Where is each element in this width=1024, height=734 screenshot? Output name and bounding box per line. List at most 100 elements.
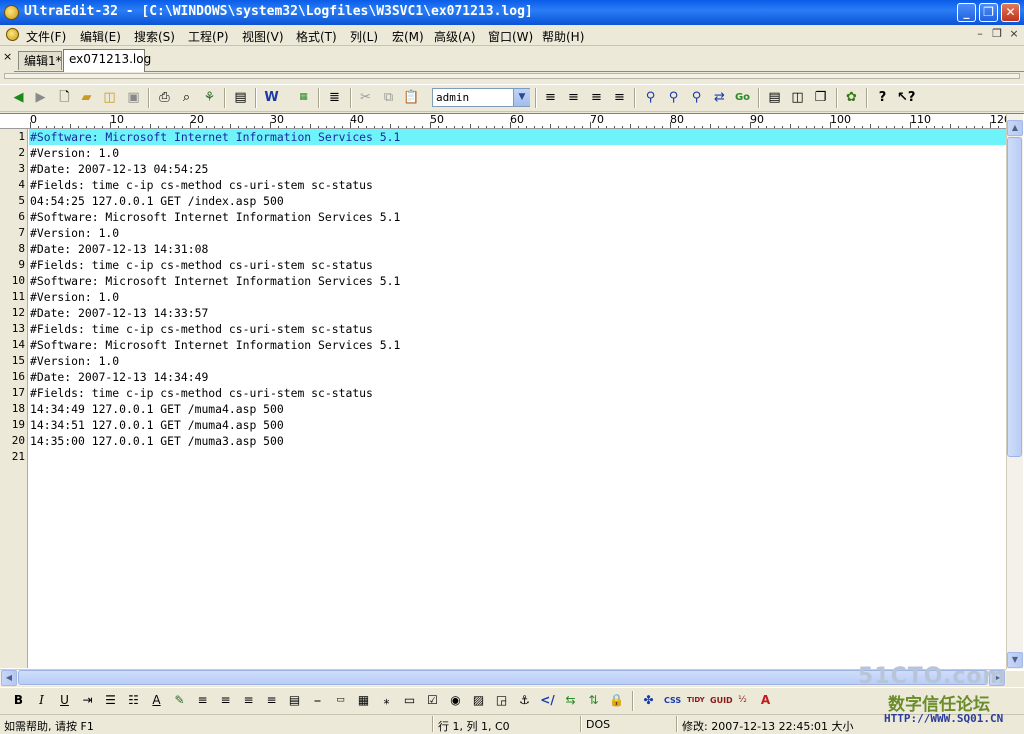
menu-column[interactable]: 列(L) bbox=[350, 28, 378, 45]
close-file-icon[interactable]: ◫ bbox=[101, 89, 118, 106]
menu-window[interactable]: 窗口(W) bbox=[488, 28, 533, 45]
print-icon[interactable]: ⎙ bbox=[156, 89, 173, 106]
menu-format[interactable]: 格式(T) bbox=[296, 28, 337, 45]
html-align-center-icon[interactable]: ≡ bbox=[217, 692, 234, 709]
code-line[interactable]: #Fields: time c-ip cs-method cs-uri-stem… bbox=[30, 177, 373, 193]
tab-close-icon[interactable]: × bbox=[3, 50, 12, 63]
align-center-icon[interactable]: ≡ bbox=[565, 89, 582, 106]
replace-icon[interactable]: ⇄ bbox=[711, 89, 728, 106]
html-justify-icon[interactable]: ≡ bbox=[263, 692, 280, 709]
indent-icon[interactable]: ⇥ bbox=[79, 692, 96, 709]
save-icon[interactable]: ▣ bbox=[125, 89, 142, 106]
code-line[interactable]: #Date: 2007-12-13 14:31:08 bbox=[30, 241, 208, 257]
html-align-right-icon[interactable]: ≡ bbox=[240, 692, 257, 709]
scroll-left-button[interactable]: ◀ bbox=[1, 670, 17, 686]
code-line[interactable]: #Date: 2007-12-13 04:54:25 bbox=[30, 161, 208, 177]
vertical-scroll-thumb[interactable] bbox=[1007, 137, 1022, 457]
menu-edit[interactable]: 编辑(E) bbox=[80, 28, 121, 45]
html-hr-icon[interactable]: ⎯ bbox=[309, 692, 326, 709]
mdi-close-button[interactable]: × bbox=[1007, 28, 1021, 41]
italic-icon[interactable]: I bbox=[33, 692, 50, 709]
html-label-icon[interactable]: ▭ bbox=[332, 692, 349, 709]
menu-advanced[interactable]: 高级(A) bbox=[434, 28, 476, 45]
html-table-icon[interactable]: ▦ bbox=[355, 692, 372, 709]
app-icon[interactable] bbox=[4, 5, 19, 20]
scroll-down-button[interactable]: ▼ bbox=[1007, 652, 1023, 668]
guid-icon[interactable]: GUID bbox=[710, 692, 733, 709]
menu-file[interactable]: 文件(F) bbox=[26, 28, 66, 45]
code-line[interactable]: 14:34:51 127.0.0.1 GET /muma4.asp 500 bbox=[30, 417, 284, 433]
align-right-icon[interactable]: ≡ bbox=[588, 89, 605, 106]
new-file-icon[interactable]: 🗋 bbox=[56, 89, 73, 106]
code-line[interactable]: #Fields: time c-ip cs-method cs-uri-stem… bbox=[30, 385, 373, 401]
justify-icon[interactable]: ≡ bbox=[611, 89, 628, 106]
html-radio-icon[interactable]: ◉ bbox=[447, 692, 464, 709]
html-tag-icon[interactable]: </ bbox=[539, 692, 556, 709]
code-line[interactable]: 14:35:00 127.0.0.1 GET /muma3.asp 500 bbox=[30, 433, 284, 449]
html-edit-icon[interactable]: ⇆ bbox=[562, 692, 579, 709]
line-numbers-icon[interactable]: ≣ bbox=[326, 89, 343, 106]
forward-arrow-icon[interactable]: ▶ bbox=[32, 89, 49, 106]
cut-icon[interactable]: ✂ bbox=[357, 89, 374, 106]
goto-icon[interactable]: Go bbox=[734, 89, 751, 106]
code-line[interactable]: #Date: 2007-12-13 14:34:49 bbox=[30, 369, 208, 385]
font-icon[interactable]: A bbox=[757, 692, 774, 709]
spell-check-icon[interactable]: ✿ bbox=[843, 89, 860, 106]
page-setup-icon[interactable]: ▤ bbox=[232, 89, 249, 106]
hex-mode-icon[interactable]: ▦ bbox=[295, 89, 312, 106]
html-checkbox-icon[interactable]: ☑ bbox=[424, 692, 441, 709]
copy-icon[interactable]: ⧉ bbox=[380, 89, 397, 106]
word-wrap-icon[interactable]: W bbox=[263, 89, 280, 106]
menu-view[interactable]: 视图(V) bbox=[242, 28, 284, 45]
css-icon[interactable]: CSS bbox=[664, 692, 681, 709]
code-line[interactable]: 14:34:49 127.0.0.1 GET /muma4.asp 500 bbox=[30, 401, 284, 417]
find-next-icon[interactable]: ⚲ bbox=[665, 89, 682, 106]
mdi-minimize-button[interactable]: – bbox=[973, 28, 987, 41]
highlight-icon[interactable]: ✎ bbox=[171, 692, 188, 709]
code-line[interactable]: #Date: 2007-12-13 14:33:57 bbox=[30, 305, 208, 321]
lock-icon[interactable]: 🔒 bbox=[608, 692, 625, 709]
cascade-windows-icon[interactable]: ❐ bbox=[812, 89, 829, 106]
help-icon[interactable]: ? bbox=[874, 89, 891, 106]
code-line[interactable]: 04:54:25 127.0.0.1 GET /index.asp 500 bbox=[30, 193, 284, 209]
document-icon[interactable] bbox=[6, 28, 19, 41]
html-align-left-icon[interactable]: ≡ bbox=[194, 692, 211, 709]
font-color-icon[interactable]: A bbox=[148, 692, 165, 709]
split-vertical-icon[interactable]: ◫ bbox=[789, 89, 806, 106]
code-line[interactable]: #Version: 1.0 bbox=[30, 225, 119, 241]
code-line[interactable]: #Version: 1.0 bbox=[30, 289, 119, 305]
number-convert-icon[interactable]: ½ bbox=[734, 692, 751, 709]
bold-icon[interactable]: B bbox=[10, 692, 27, 709]
context-help-icon[interactable]: ↖? bbox=[897, 89, 915, 106]
code-line[interactable]: #Software: Microsoft Internet Informatio… bbox=[30, 129, 400, 145]
code-line[interactable]: #Software: Microsoft Internet Informatio… bbox=[30, 337, 400, 353]
html-image-button-icon[interactable]: ◲ bbox=[493, 692, 510, 709]
html-textfield-icon[interactable]: ▭ bbox=[401, 692, 418, 709]
html-tidy-icon[interactable]: TIDY bbox=[687, 692, 705, 709]
maximize-button[interactable]: ❐ bbox=[979, 3, 998, 22]
code-line[interactable]: #Fields: time c-ip cs-method cs-uri-stem… bbox=[30, 257, 373, 273]
back-arrow-icon[interactable]: ◀ bbox=[10, 89, 27, 106]
numbered-list-icon[interactable]: ☷ bbox=[125, 692, 142, 709]
html-convert-icon[interactable]: ⇅ bbox=[585, 692, 602, 709]
paste-icon[interactable]: 📋 bbox=[403, 89, 420, 106]
find-icon[interactable]: ⚲ bbox=[642, 89, 659, 106]
bullet-list-icon[interactable]: ☰ bbox=[102, 692, 119, 709]
code-line[interactable]: #Fields: time c-ip cs-method cs-uri-stem… bbox=[30, 321, 373, 337]
code-line[interactable]: #Version: 1.0 bbox=[30, 145, 119, 161]
html-anchor-icon[interactable]: ⚓ bbox=[516, 692, 533, 709]
code-line[interactable]: #Version: 1.0 bbox=[30, 353, 119, 369]
tab-ex071213-log[interactable]: ex071213.log bbox=[63, 49, 151, 72]
tab-edit1[interactable]: 编辑1* bbox=[18, 51, 62, 70]
align-left-icon[interactable]: ≡ bbox=[542, 89, 559, 106]
code-line[interactable]: #Software: Microsoft Internet Informatio… bbox=[30, 209, 400, 225]
horizontal-scroll-thumb[interactable] bbox=[18, 670, 988, 685]
menu-macro[interactable]: 宏(M) bbox=[392, 28, 424, 45]
minimize-button[interactable]: _ bbox=[957, 3, 976, 22]
close-button[interactable]: ✕ bbox=[1001, 3, 1020, 22]
html-image-icon[interactable]: ▨ bbox=[470, 692, 487, 709]
mdi-restore-button[interactable]: ❐ bbox=[990, 28, 1004, 41]
html-password-icon[interactable]: ⁎ bbox=[378, 692, 395, 709]
code-line[interactable]: #Software: Microsoft Internet Informatio… bbox=[30, 273, 400, 289]
menu-help[interactable]: 帮助(H) bbox=[542, 28, 584, 45]
